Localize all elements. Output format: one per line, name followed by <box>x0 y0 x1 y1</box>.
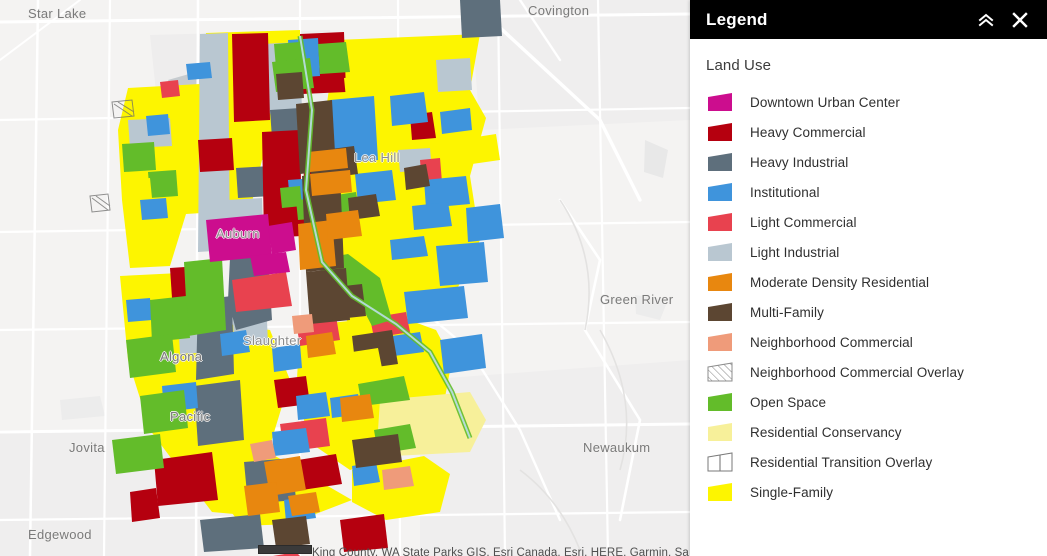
legend-item-label: Neighborhood Commercial Overlay <box>750 364 964 380</box>
legend-body: Land Use Downtown Urban Center Heavy Comm… <box>690 39 1047 556</box>
chevron-up-double-icon[interactable] <box>973 7 999 33</box>
legend-swatch-icon <box>706 481 736 503</box>
legend-item-label: Heavy Industrial <box>750 154 849 170</box>
legend-item[interactable]: Residential Transition Overlay <box>690 447 1047 477</box>
legend-group-title: Land Use <box>706 57 772 74</box>
legend-swatch-icon <box>706 151 736 173</box>
legend-item-label: Downtown Urban Center <box>750 94 900 110</box>
legend-item[interactable]: Single-Family <box>690 477 1047 507</box>
legend-header: Legend <box>690 0 1047 39</box>
legend-item[interactable]: Downtown Urban Center <box>690 87 1047 117</box>
legend-item-label: Residential Conservancy <box>750 424 902 440</box>
legend-swatch-icon <box>706 121 736 143</box>
legend-swatch-icon <box>706 331 736 353</box>
legend-swatch-icon <box>706 181 736 203</box>
legend-item-label: Institutional <box>750 184 820 200</box>
legend-title: Legend <box>706 9 768 29</box>
legend-item[interactable]: Neighborhood Commercial <box>690 327 1047 357</box>
legend-swatch-icon <box>706 91 736 113</box>
legend-item[interactable]: Institutional <box>690 177 1047 207</box>
legend-swatch-icon <box>706 241 736 263</box>
legend-panel: Legend Land Use Downtown Urban Center Hea… <box>690 0 1047 556</box>
legend-swatch-icon <box>706 391 736 413</box>
close-icon[interactable] <box>1007 7 1033 33</box>
legend-item[interactable]: Light Commercial <box>690 207 1047 237</box>
legend-item-label: Single-Family <box>750 484 834 500</box>
legend-item-label: Open Space <box>750 394 827 410</box>
legend-item[interactable]: Open Space <box>690 387 1047 417</box>
legend-item-label: Multi-Family <box>750 304 824 320</box>
legend-item[interactable]: Heavy Industrial <box>690 147 1047 177</box>
legend-swatch-icon <box>706 451 736 473</box>
legend-item-label: Heavy Commercial <box>750 124 866 140</box>
legend-item[interactable]: Light Industrial <box>690 237 1047 267</box>
map-application: Star Lake Covington Lea Hill Auburn Gree… <box>0 0 1047 556</box>
map-render[interactable] <box>0 0 690 556</box>
legend-item-label: Light Industrial <box>750 244 840 260</box>
map-canvas[interactable]: Star Lake Covington Lea Hill Auburn Gree… <box>0 0 690 556</box>
legend-item-label: Light Commercial <box>750 214 857 230</box>
legend-item[interactable]: Heavy Commercial <box>690 117 1047 147</box>
legend-item[interactable]: Moderate Density Residential <box>690 267 1047 297</box>
legend-swatch-icon <box>706 271 736 293</box>
legend-item[interactable]: Multi-Family <box>690 297 1047 327</box>
legend-item-label: Neighborhood Commercial <box>750 334 913 350</box>
legend-item[interactable]: Neighborhood Commercial Overlay <box>690 357 1047 387</box>
legend-swatch-icon <box>706 211 736 233</box>
legend-swatch-icon <box>706 301 736 323</box>
legend-item-label: Moderate Density Residential <box>750 274 930 290</box>
legend-swatch-icon <box>706 361 736 383</box>
legend-item-label: Residential Transition Overlay <box>750 454 933 470</box>
legend-item[interactable]: Residential Conservancy <box>690 417 1047 447</box>
legend-item-list: Downtown Urban Center Heavy Commercial Hea… <box>690 87 1047 507</box>
legend-swatch-icon <box>706 421 736 443</box>
